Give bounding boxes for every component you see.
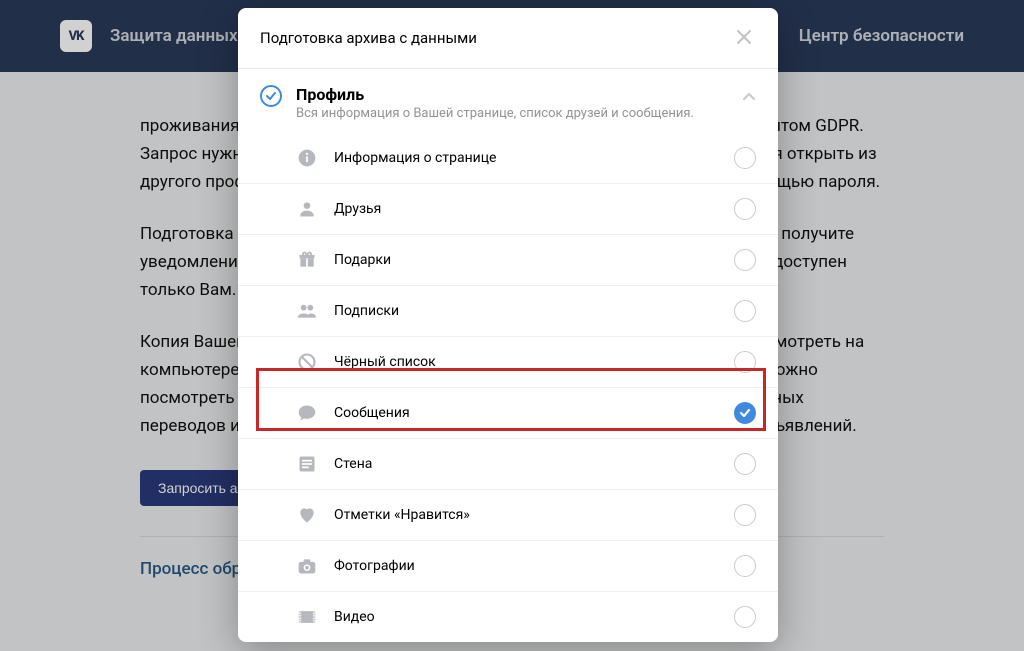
option-label: Подарки [334,252,734,268]
option-label: Стена [334,456,734,472]
camera-icon [296,555,318,577]
option-row-likes[interactable]: Отметки «Нравится» [238,489,778,540]
section-header-profile[interactable]: Профиль Вся информация о Вашей странице,… [238,69,778,133]
option-row-gifts[interactable]: Подарки [238,234,778,285]
option-label: Видео [334,609,734,625]
option-label: Чёрный список [334,354,734,370]
option-radio[interactable] [734,249,756,271]
option-radio[interactable] [734,147,756,169]
option-row-messages[interactable]: Сообщения [238,387,778,438]
heart-icon [296,504,318,526]
option-label: Фотографии [334,558,734,574]
option-label: Информация о странице [334,150,734,166]
option-radio[interactable] [734,606,756,628]
option-radio[interactable] [734,504,756,526]
video-icon [296,606,318,628]
option-row-videos[interactable]: Видео [238,591,778,642]
close-button[interactable] [732,26,756,50]
option-label: Друзья [334,201,734,217]
block-icon [296,351,318,373]
info-icon [296,147,318,169]
section-title: Профиль [296,85,732,104]
archive-modal: Подготовка архива с данными Профиль Вся … [238,8,778,642]
chat-icon [296,402,318,424]
section-subtitle: Вся информация о Вашей странице, список … [296,106,732,121]
section-check-icon [260,85,282,107]
people-icon [296,300,318,322]
person-icon [296,198,318,220]
modal-title: Подготовка архива с данными [260,29,477,47]
option-label: Сообщения [334,405,734,421]
option-row-photos[interactable]: Фотографии [238,540,778,591]
option-row-friends[interactable]: Друзья [238,183,778,234]
option-label: Подписки [334,303,734,319]
option-radio[interactable] [734,402,756,424]
option-label: Отметки «Нравится» [334,507,734,523]
option-row-blacklist[interactable]: Чёрный список [238,336,778,387]
option-row-subs[interactable]: Подписки [238,285,778,336]
option-radio[interactable] [734,351,756,373]
wall-icon [296,453,318,475]
option-radio[interactable] [734,453,756,475]
close-icon [737,30,751,47]
option-row-wall[interactable]: Стена [238,438,778,489]
modal-header: Подготовка архива с данными [238,8,778,69]
option-row-info[interactable]: Информация о странице [238,133,778,183]
option-radio[interactable] [734,555,756,577]
modal-body: Профиль Вся информация о Вашей странице,… [238,69,778,642]
gift-icon [296,249,318,271]
chevron-up-icon [742,89,756,103]
option-radio[interactable] [734,198,756,220]
option-radio[interactable] [734,300,756,322]
